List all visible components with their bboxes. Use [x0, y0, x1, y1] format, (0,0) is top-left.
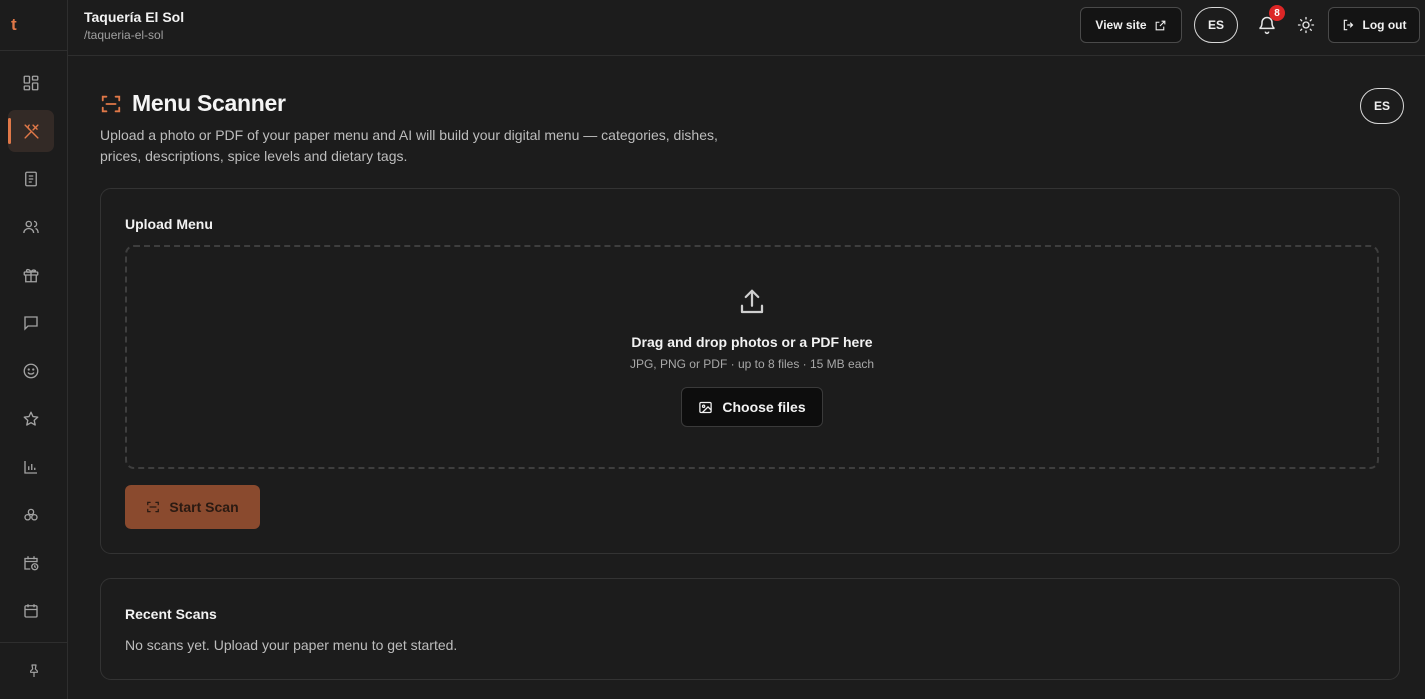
- sidebar-item-reviews[interactable]: [8, 398, 54, 440]
- logo[interactable]: t: [0, 0, 67, 51]
- view-site-button[interactable]: View site: [1080, 7, 1182, 43]
- sidebar-item-analytics[interactable]: [8, 446, 54, 488]
- start-scan-button[interactable]: Start Scan: [125, 485, 260, 529]
- sidebar-item-feedback[interactable]: [8, 350, 54, 392]
- star-icon: [22, 410, 40, 428]
- sidebar-item-rewards[interactable]: [8, 254, 54, 296]
- top-bar: Taquería El Sol /taqueria-el-sol View si…: [68, 0, 1425, 56]
- upload-icon: [737, 287, 767, 317]
- calendar-clock-icon: [22, 554, 40, 572]
- organization-name: Taquería El Sol: [84, 9, 185, 25]
- theme-toggle[interactable]: [1297, 16, 1315, 34]
- upload-menu-title: Upload Menu: [125, 216, 213, 232]
- recent-scans-title: Recent Scans: [125, 606, 217, 622]
- sidebar-item-calendar[interactable]: [8, 590, 54, 632]
- logout-icon: [1342, 18, 1356, 32]
- users-icon: [22, 218, 40, 236]
- dropzone-hint: JPG, PNG or PDF · up to 8 files · 15 MB …: [629, 357, 875, 371]
- sidebar-item-users[interactable]: [8, 206, 54, 248]
- utensils-icon: [22, 122, 41, 141]
- choose-files-label: Choose files: [722, 399, 806, 415]
- sidebar-item-dashboard[interactable]: [8, 62, 54, 104]
- start-scan-label: Start Scan: [169, 499, 239, 515]
- dashboard-icon: [22, 74, 40, 92]
- logo-letter: t: [11, 15, 17, 34]
- sidebar-nav: [0, 62, 67, 638]
- recent-scans-card: Recent Scans No scans yet. Upload your p…: [100, 578, 1400, 680]
- recent-scans-empty-state: No scans yet. Upload your paper menu to …: [125, 637, 458, 653]
- sidebar-item-documents[interactable]: [8, 158, 54, 200]
- main-content: Menu Scanner Upload a photo or PDF of yo…: [68, 56, 1425, 699]
- sidebar-pin-button[interactable]: [0, 642, 67, 699]
- sidebar-item-schedule[interactable]: [8, 542, 54, 584]
- scan-icon: [146, 500, 160, 514]
- message-icon: [22, 314, 40, 332]
- file-dropzone[interactable]: Drag and drop photos or a PDF here JPG, …: [125, 245, 1379, 469]
- image-icon: [698, 400, 713, 415]
- external-link-icon: [1154, 19, 1167, 32]
- scanner-language-toggle[interactable]: ES: [1360, 88, 1404, 124]
- sidebar: t: [0, 0, 68, 699]
- pin-icon: [26, 663, 42, 679]
- choose-files-button[interactable]: Choose files: [681, 387, 823, 427]
- bar-chart-icon: [22, 458, 40, 476]
- dropzone-heading: Drag and drop photos or a PDF here: [631, 334, 873, 350]
- smiley-icon: [22, 362, 40, 380]
- sidebar-item-integrations[interactable]: [8, 494, 54, 536]
- sun-icon: [1297, 16, 1315, 34]
- gift-icon: [22, 266, 40, 284]
- calendar-icon: [22, 602, 40, 620]
- notification-count-badge: 8: [1269, 5, 1285, 21]
- language-toggle[interactable]: ES: [1194, 7, 1238, 43]
- sidebar-item-menu[interactable]: [8, 110, 54, 152]
- page-description: Upload a photo or PDF of your paper menu…: [100, 127, 718, 164]
- scan-icon: [100, 93, 122, 115]
- sidebar-item-messages[interactable]: [8, 302, 54, 344]
- organization-slug: /taqueria-el-sol: [84, 28, 164, 42]
- upload-menu-card: Upload Menu Drag and drop photos or a PD…: [100, 188, 1400, 554]
- cluster-icon: [22, 506, 40, 524]
- document-icon: [22, 170, 40, 188]
- logout-button[interactable]: Log out: [1328, 7, 1420, 43]
- view-site-label: View site: [1095, 18, 1147, 32]
- page-title: Menu Scanner: [132, 90, 286, 116]
- logout-label: Log out: [1362, 18, 1407, 32]
